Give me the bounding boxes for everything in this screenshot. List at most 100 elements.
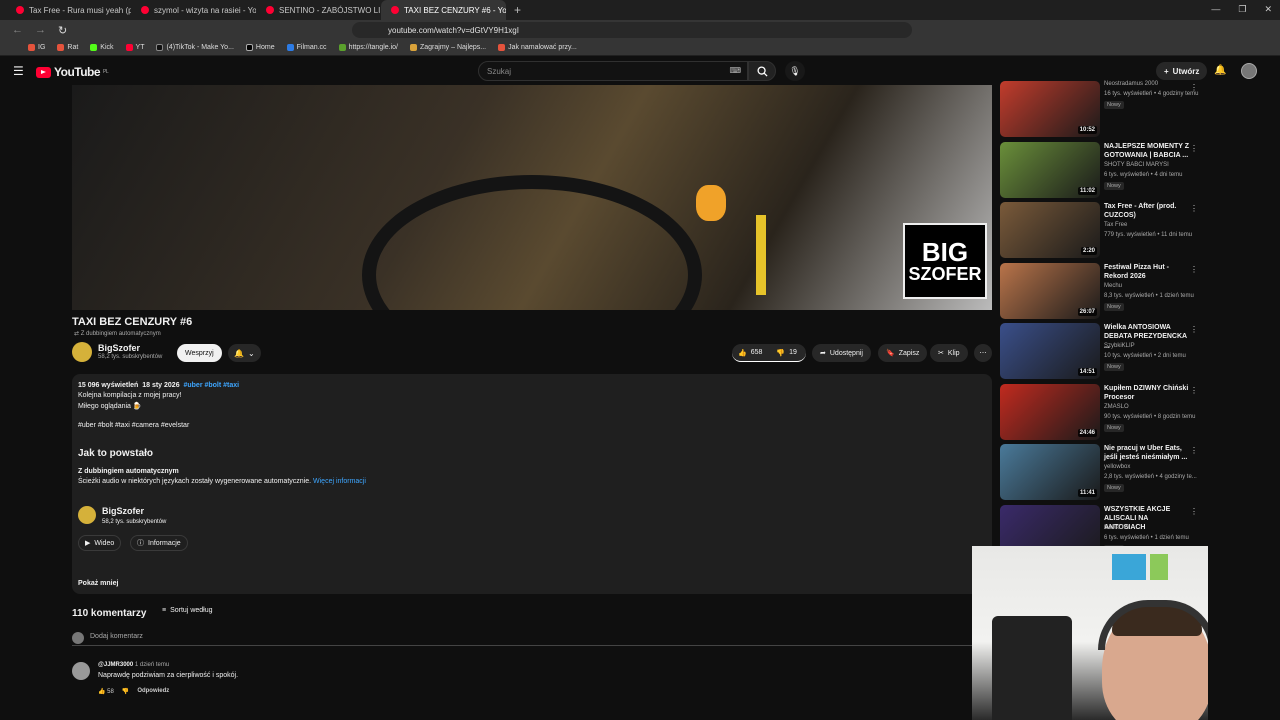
video-thumbnail[interactable]: 14:51 [1000,323,1100,379]
recommended-title[interactable]: Kupiłem DZIWNY Chiński Procesor [1104,384,1190,403]
like-button[interactable]: 👍 658 [732,349,762,357]
browser-tab-active[interactable]: TAXI BEZ CENZURY #6 - YouT✕ [381,0,506,20]
dislike-button[interactable]: 👎 19 [766,349,797,357]
more-vert-icon[interactable]: ⋮ [1190,325,1198,334]
support-button[interactable]: Wesprzyj [177,344,222,362]
recommended-video[interactable]: 10:52 Neostradamus 2000 16 tys. wyświetleń… [1000,81,1200,139]
new-tab-icon[interactable]: + [506,3,529,17]
recommended-title[interactable]: NAJLEPSZE MOMENTY Z GOTOWANIA | BABCIA .… [1104,142,1190,161]
subscription-bell-button[interactable]: 🔔 ⌄ [228,344,261,362]
more-info-link[interactable]: Więcej informacji [313,478,366,485]
channel-name[interactable]: BigSzofer [98,343,140,353]
clip-button[interactable]: ✂ Klip [930,344,968,362]
comment-author[interactable]: @JJMR3000 1 dzień temu [98,662,169,668]
video-thumbnail[interactable]: 24:46 [1000,383,1100,440]
bookmark[interactable]: https://tangle.io/ [338,44,398,51]
youtube-play-icon [36,66,51,78]
search-button[interactable] [748,61,776,81]
video-thumbnail[interactable]: 26:07 [1000,262,1100,319]
forward-icon[interactable]: → [35,24,46,36]
more-actions-button[interactable]: ⋯ [974,344,992,362]
video-thumbnail[interactable]: 2:20 [1000,202,1100,258]
add-comment-field[interactable]: Dodaj komentarz [72,632,992,646]
more-vert-icon[interactable]: ⋮ [1190,265,1198,274]
bookmark[interactable]: Filman.cc [286,44,327,51]
bookmark[interactable]: (4)TikTok - Make Yo... [156,44,234,51]
comment-reply-button[interactable]: Odpowiedz [137,688,169,695]
recommended-channel[interactable]: yellowbox [1104,464,1130,470]
video-frame-lanyard [756,215,766,295]
more-vert-icon[interactable]: ⋮ [1190,507,1198,516]
bell-icon: 🔔 [234,348,244,358]
recommended-video[interactable]: 14:51 Wielka ANTOSIOWA DEBATA PREZYDENCKA… [1000,323,1200,381]
recommended-video[interactable]: 11:41 Nie pracuj w Uber Eats, jeśli jeste… [1000,444,1200,502]
sort-comments-button[interactable]: ≡ Sortuj według [162,607,213,614]
description-channel-avatar[interactable] [78,506,96,524]
close-window-icon[interactable]: ✕ [1264,4,1272,15]
comment-like-button[interactable]: 👍 58 [98,688,114,695]
notifications-bell-icon[interactable]: 🔔 [1214,65,1226,76]
youtube-logo[interactable]: YouTube PL [36,65,109,79]
recommended-video[interactable]: 11:02 NAJLEPSZE MOMENTY Z GOTOWANIA | BAB… [1000,141,1200,200]
more-vert-icon[interactable]: ⋮ [1190,144,1198,153]
restore-icon[interactable]: ❐ [1238,4,1246,15]
more-vert-icon[interactable]: ⋮ [1190,204,1198,213]
share-button[interactable]: ➦ Udostępnij [812,344,871,362]
recommended-channel[interactable]: Tax Free [1104,222,1127,228]
recommended-channel[interactable]: SHOTY BABCI MARYSI [1104,162,1169,168]
video-thumbnail[interactable]: 11:02 [1000,141,1100,198]
browser-tab[interactable]: SENTINO - ZABÓJSTWO LIRYCZNE S... [256,0,381,20]
recommended-channel[interactable]: BAJKOW [1104,525,1129,531]
recommended-video[interactable]: 26:07 Festiwal Pizza Hut - Rekord 2026 Mec… [1000,262,1200,321]
comment-dislike-button[interactable]: 👎 [122,688,129,695]
channel-info-button[interactable]: ⓘ Informacje [130,535,188,551]
bookmark[interactable]: YT [125,44,144,51]
back-icon[interactable]: ← [12,24,23,36]
hamburger-menu-icon[interactable]: ☰ [13,64,24,78]
bookmark[interactable]: Rat [57,44,78,51]
more-vert-icon[interactable]: ⋮ [1190,83,1198,92]
description-channel-name[interactable]: BigSzofer [102,506,144,516]
minimize-icon[interactable]: — [1211,4,1220,15]
save-icon: 🔖 [886,350,895,357]
video-thumbnail[interactable]: 11:41 [1000,444,1100,500]
comment-author-avatar[interactable] [72,662,90,680]
description-hashtags[interactable]: #uber #bolt #taxi #camera #evelstar [78,422,189,429]
video-player[interactable]: BIG SZOFER [72,85,992,310]
recommended-channel[interactable]: Neostradamus 2000 [1104,81,1158,87]
more-vert-icon[interactable]: ⋮ [1190,386,1198,395]
description-panel[interactable]: 15 096 wyświetleń 18 sty 2026 #uber #bol… [72,374,992,594]
microphone-icon: 🎙 [789,65,801,76]
bookmark[interactable]: Home [245,44,275,51]
recommended-title[interactable]: Tax Free - After (prod. CUZCOS) [1104,202,1190,221]
recommended-title[interactable]: Nie pracuj w Uber Eats, jeśli jesteś nie… [1104,444,1190,463]
account-avatar[interactable] [1241,63,1257,79]
keyboard-icon[interactable]: ⌨ [729,66,741,75]
voice-search-button[interactable]: 🎙 [785,61,805,81]
browser-tab[interactable]: Tax Free - Rura musi yeah (prod. CU... [6,0,131,20]
bookmark[interactable]: Zagrajmy – Najleps... [409,44,486,51]
webcam-overlay [972,546,1208,720]
new-badge: Nowy [1104,363,1124,371]
bookmark[interactable]: Kick [90,44,114,51]
show-less-button[interactable]: Pokaż mniej [78,580,118,587]
channel-videos-button[interactable]: ▶ Wideo [78,535,122,551]
recommended-video[interactable]: 24:46 Kupiłem DZIWNY Chiński Procesor ZMAS… [1000,383,1200,442]
channel-avatar[interactable] [72,342,92,362]
browser-tab[interactable]: szymol - wizyta na rasiei - YouTube [131,0,256,20]
recommended-channel[interactable]: ZMASLO [1104,404,1129,410]
description-meta: 15 096 wyświetleń 18 sty 2026 #uber #bol… [78,382,240,389]
bookmark[interactable]: Jak namalować przy... [498,44,577,51]
recommended-title[interactable]: Festiwal Pizza Hut - Rekord 2026 [1104,263,1190,282]
recommended-channel[interactable]: Mechu [1104,283,1122,289]
url-field[interactable]: youtube.com/watch?v=dGtVY9H1xgI [352,22,912,38]
recommended-channel[interactable]: SzybkiKLIP [1104,343,1135,349]
save-button[interactable]: 🔖 Zapisz [878,344,928,362]
video-thumbnail[interactable]: 10:52 [1000,81,1100,137]
recommended-video[interactable]: 2:20 Tax Free - After (prod. CUZCOS) Tax F… [1000,202,1200,260]
reload-icon[interactable]: ↻ [58,24,67,37]
more-vert-icon[interactable]: ⋮ [1190,446,1198,455]
bookmark[interactable]: IG [28,44,45,51]
search-input[interactable]: Szukaj ⌨ [478,61,748,81]
create-button[interactable]: + Utwórz [1156,62,1208,80]
